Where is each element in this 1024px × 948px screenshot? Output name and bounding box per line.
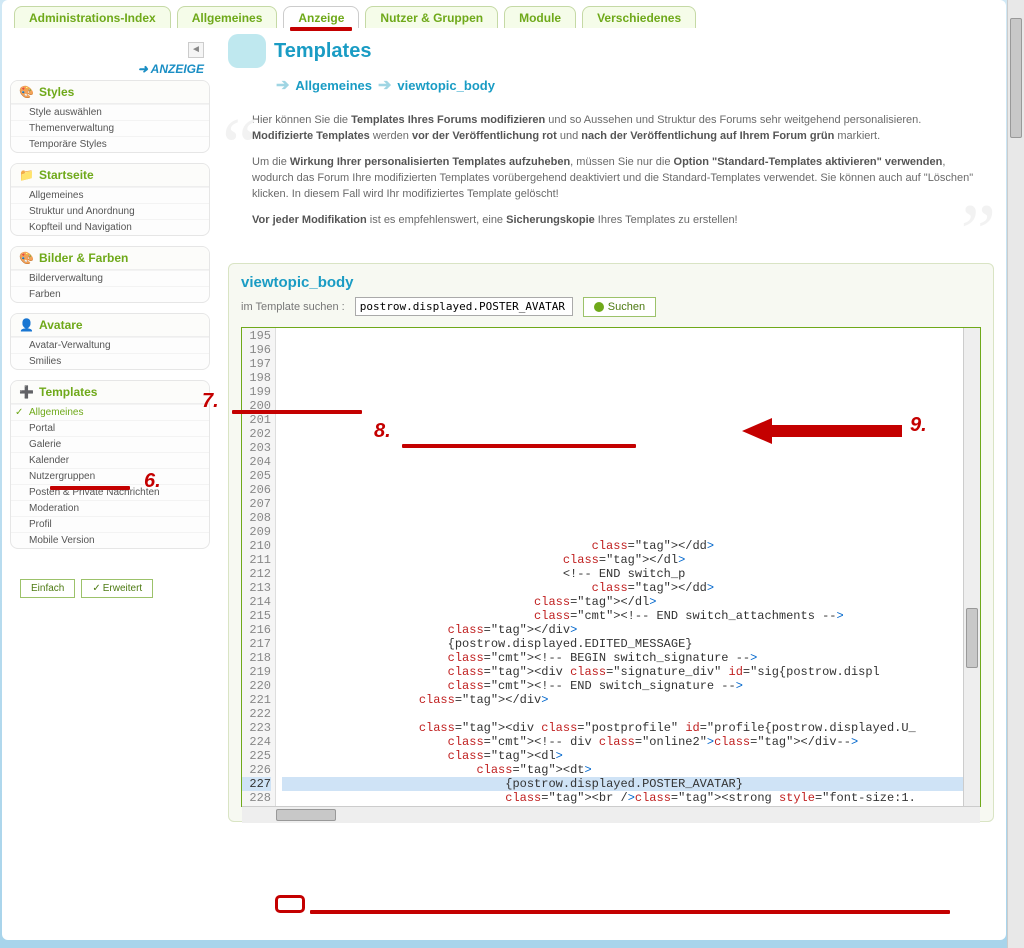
sidebar-item[interactable]: Galerie <box>11 436 209 452</box>
arrow-icon: ➔ <box>276 75 289 95</box>
mode-buttons: Einfach ✓Erweitert <box>10 579 210 598</box>
mode-simple-button[interactable]: Einfach <box>20 579 75 598</box>
panel-icon: 🎨 <box>19 251 33 265</box>
quote-close-icon: ” <box>960 209 996 257</box>
sidebar-item[interactable]: Temporäre Styles <box>11 136 209 152</box>
breadcrumb-item[interactable]: Allgemeines <box>295 78 372 93</box>
sidebar-item[interactable]: Bilderverwaltung <box>11 270 209 286</box>
intro-text: “ Hier können Sie die Templates Ihres Fo… <box>228 105 994 249</box>
anzeige-link-label: ANZEIGE <box>151 62 204 76</box>
check-icon <box>594 302 604 312</box>
sidebar-item[interactable]: Kalender <box>11 452 209 468</box>
top-tabs: Administrations-Index AllgemeinesAnzeige N… <box>10 6 998 32</box>
panel-head: 🎨Styles <box>11 81 209 104</box>
sidebar-item[interactable]: Allgemeines <box>11 404 209 420</box>
main-panel: Administrations-IndexAllgemeinesAnzeigeN… <box>2 0 1006 940</box>
sidebar-panel-templates: ➕TemplatesAllgemeinesPortalGalerieKalend… <box>10 380 210 549</box>
tab-verschiedenes[interactable]: Verschiedenes <box>582 6 696 28</box>
line-gutter: 1951961971981992002012022032042052062072… <box>242 328 276 806</box>
template-search-input[interactable] <box>355 297 573 316</box>
sidebar-item[interactable]: Mobile Version <box>11 532 209 548</box>
quote-open-icon: “ <box>222 123 258 171</box>
sidebar-panel-avatare: 👤AvatareAvatar-VerwaltungSmilies <box>10 313 210 370</box>
content: Templates ➔ Allgemeines ➔ viewtopic_body… <box>222 32 998 822</box>
sidebar: ◄ ➜ ANZEIGE 🎨StylesStyle auswählenThemen… <box>10 32 210 822</box>
sidebar-item[interactable]: Profil <box>11 516 209 532</box>
editor-hscrollbar[interactable] <box>242 806 980 823</box>
page-title: Templates <box>252 40 994 63</box>
sidebar-item[interactable]: Moderation <box>11 500 209 516</box>
code-editor[interactable]: 1951961971981992002012022032042052062072… <box>241 327 981 807</box>
sidebar-panel-startseite: 📁StartseiteAllgemeinesStruktur und Anord… <box>10 163 210 236</box>
editor-title: viewtopic_body <box>241 274 981 291</box>
editor-search-row: im Template suchen : Suchen <box>241 293 981 327</box>
panel-head: ➕Templates <box>11 381 209 404</box>
panel-head: 🎨Bilder & Farben <box>11 247 209 270</box>
panel-head: 👤Avatare <box>11 314 209 337</box>
sidebar-item[interactable]: Allgemeines <box>11 187 209 203</box>
tab-allgemeines[interactable]: Allgemeines <box>177 6 278 28</box>
anzeige-link[interactable]: ➜ ANZEIGE <box>10 60 210 80</box>
sidebar-item[interactable]: Portal <box>11 420 209 436</box>
sidebar-item[interactable]: Themenverwaltung <box>11 120 209 136</box>
tab-administrations-index[interactable]: Administrations-Index <box>14 6 171 28</box>
sidebar-item[interactable]: Nutzergruppen <box>11 468 209 484</box>
panel-icon: 📁 <box>19 168 33 182</box>
sidebar-item[interactable]: Posten & Private Nachrichten <box>11 484 209 500</box>
page-title-block: Templates <box>228 40 994 63</box>
sidebar-item[interactable]: Struktur und Anordnung <box>11 203 209 219</box>
search-button[interactable]: Suchen <box>583 297 656 317</box>
title-bubble <box>228 34 266 68</box>
code-body[interactable]: class="tag"></dd> class="tag"></dl> <!--… <box>276 328 963 806</box>
sidebar-item[interactable]: Avatar-Verwaltung <box>11 337 209 353</box>
breadcrumb-item[interactable]: viewtopic_body <box>397 78 495 93</box>
sidebar-panel-styles: 🎨StylesStyle auswählenThemenverwaltungTe… <box>10 80 210 153</box>
template-editor: viewtopic_body im Template suchen : Such… <box>228 263 994 822</box>
panel-icon: 👤 <box>19 318 33 332</box>
tab-anzeige[interactable]: Anzeige <box>283 6 359 28</box>
panel-icon: 🎨 <box>19 85 33 99</box>
search-button-label: Suchen <box>608 301 645 313</box>
sidebar-panel-bilder-farben: 🎨Bilder & FarbenBilderverwaltungFarben <box>10 246 210 303</box>
nav-back[interactable]: ◄ <box>10 42 210 58</box>
editor-vscrollbar[interactable] <box>963 328 980 806</box>
tab-nutzer-gruppen[interactable]: Nutzer & Gruppen <box>365 6 498 28</box>
panel-icon: ➕ <box>19 385 33 399</box>
arrow-icon: ➔ <box>378 75 391 95</box>
search-label: im Template suchen : <box>241 301 345 313</box>
sidebar-item[interactable]: Farben <box>11 286 209 302</box>
sidebar-item[interactable]: Kopfteil und Navigation <box>11 219 209 235</box>
breadcrumb: ➔ Allgemeines ➔ viewtopic_body <box>228 69 994 105</box>
sidebar-item[interactable]: Style auswählen <box>11 104 209 120</box>
mode-advanced-button[interactable]: ✓Erweitert <box>81 579 153 598</box>
page-vscrollbar[interactable] <box>1007 0 1024 948</box>
mode-advanced-label: Erweitert <box>103 583 142 594</box>
panel-head: 📁Startseite <box>11 164 209 187</box>
tab-module[interactable]: Module <box>504 6 576 28</box>
sidebar-item[interactable]: Smilies <box>11 353 209 369</box>
